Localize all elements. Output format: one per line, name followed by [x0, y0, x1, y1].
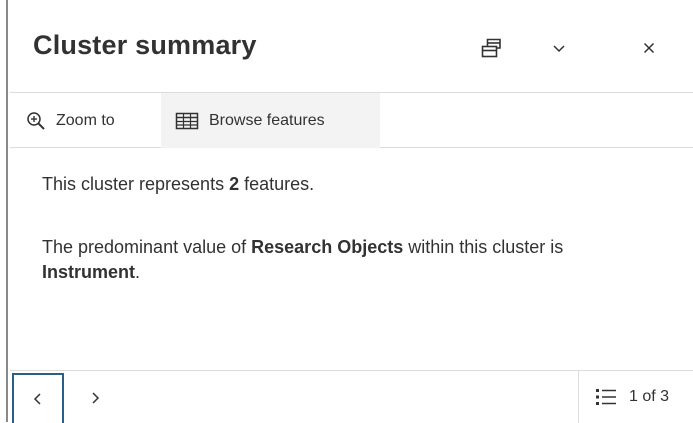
popup-title: Cluster summary [33, 30, 257, 60]
table-icon [175, 112, 199, 129]
zoom-to-button[interactable]: Zoom to [10, 93, 160, 148]
count-suffix: features. [239, 174, 315, 194]
predominant-value-text: The predominant value of Research Object… [42, 235, 662, 285]
chevron-right-icon [92, 392, 100, 404]
zoom-to-label: Zoom to [56, 111, 115, 129]
count-prefix: This cluster represents [42, 174, 230, 194]
close-button[interactable] [627, 28, 671, 68]
browse-features-button[interactable]: Browse features [161, 93, 380, 148]
map-view-edge [0, 0, 10, 422]
list-icon [596, 389, 616, 405]
pager-count: 1 of 3 [629, 388, 670, 405]
next-feature-button[interactable] [70, 373, 120, 423]
dock-icon [481, 38, 501, 58]
predominant-middle: within this cluster is [403, 237, 564, 257]
previous-feature-button[interactable] [12, 373, 64, 423]
predominant-prefix: The predominant value of [42, 237, 252, 257]
collapse-button[interactable] [537, 28, 581, 68]
predominant-value: Instrument [42, 262, 136, 282]
popup-content: This cluster represents 2 features. The … [42, 172, 662, 285]
chevron-down-icon [553, 45, 565, 53]
dock-button[interactable] [469, 28, 513, 68]
popup-footer: 1 of 3 [10, 370, 693, 423]
predominant-suffix: . [135, 262, 141, 282]
feature-pager-button[interactable]: 1 of 3 [578, 371, 693, 423]
feature-count-text: This cluster represents 2 features. [42, 172, 662, 197]
popup-actions-bar: Zoom to Browse features [10, 92, 693, 148]
field-name: Research Objects [251, 237, 404, 257]
zoom-in-icon [27, 111, 45, 130]
popup-header: Cluster summary [10, 0, 693, 92]
chevron-left-icon [33, 393, 41, 405]
popup-panel: Cluster summary Zoom to Browse features … [10, 0, 693, 423]
browse-features-label: Browse features [209, 111, 325, 129]
feature-count: 2 [229, 174, 240, 194]
close-icon [643, 42, 655, 54]
